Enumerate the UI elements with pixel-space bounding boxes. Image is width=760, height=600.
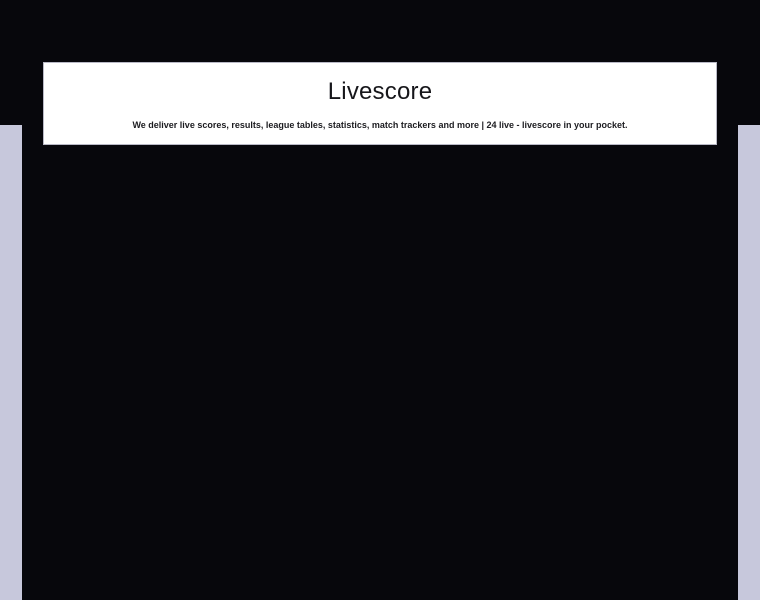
livescore-page: 24:LIVE 0 FAVORITES MATCHES xyxy=(0,0,760,600)
page-subtitle: We deliver live scores, results, league … xyxy=(132,119,628,130)
content-panel xyxy=(22,125,738,600)
page-title: Livescore xyxy=(327,77,433,105)
hero-card: Livescore We deliver live scores, result… xyxy=(43,62,717,145)
